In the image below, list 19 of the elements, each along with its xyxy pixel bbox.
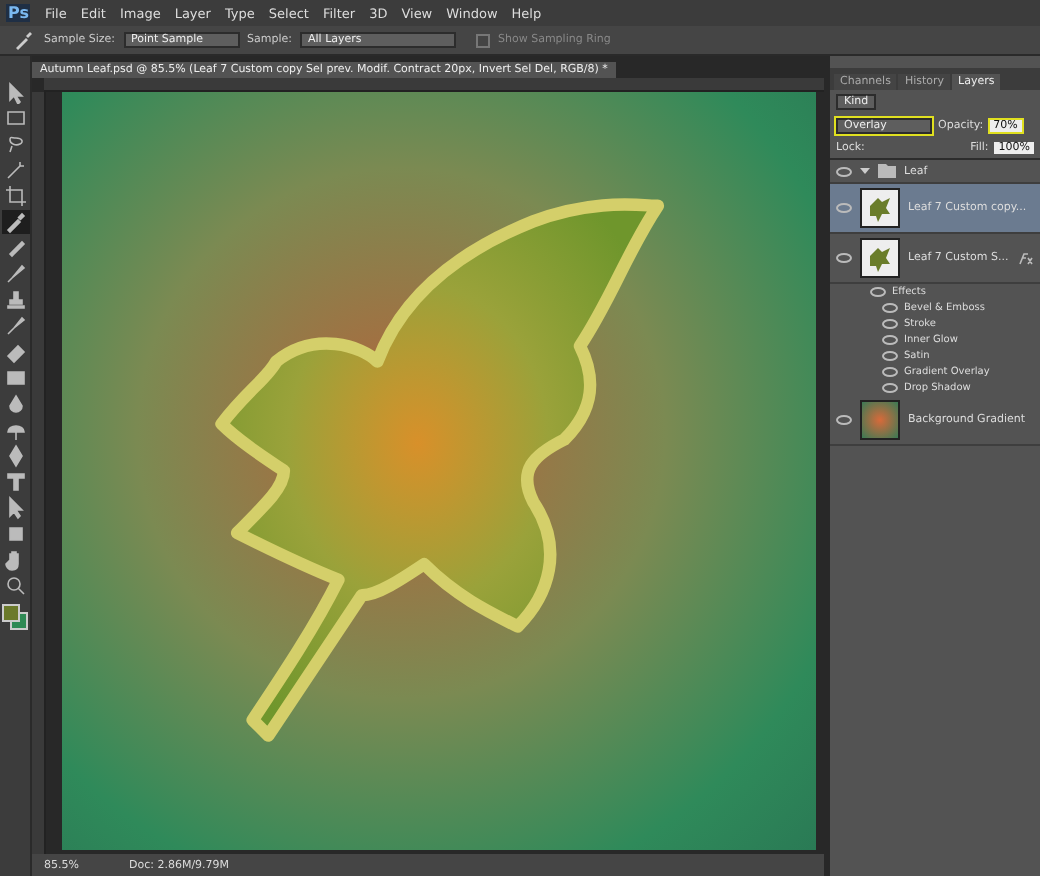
expand-arrow-icon[interactable] [860, 166, 870, 176]
marquee-tool-icon[interactable] [1, 106, 29, 130]
eye-icon[interactable] [836, 165, 852, 177]
gradient-tool-icon[interactable] [1, 366, 29, 390]
gradient-thumbnail [860, 400, 900, 440]
eye-icon[interactable] [836, 252, 852, 264]
leaf-thumbnail-icon [860, 188, 900, 228]
stamp-tool-icon[interactable] [1, 288, 29, 312]
color-swatches-icon[interactable] [2, 604, 28, 630]
eyedropper-icon[interactable] [12, 28, 36, 52]
fx-icon[interactable] [1018, 251, 1034, 265]
eyedropper-tool-icon[interactable] [1, 210, 29, 234]
app-logo: Ps [6, 4, 31, 22]
leaf-thumbnail-icon [860, 238, 900, 278]
folder-icon [878, 164, 896, 178]
zoom-tool-icon[interactable] [1, 574, 29, 598]
crop-tool-icon[interactable] [1, 184, 29, 208]
eye-icon[interactable] [836, 414, 852, 426]
eraser-tool-icon[interactable] [1, 340, 29, 364]
